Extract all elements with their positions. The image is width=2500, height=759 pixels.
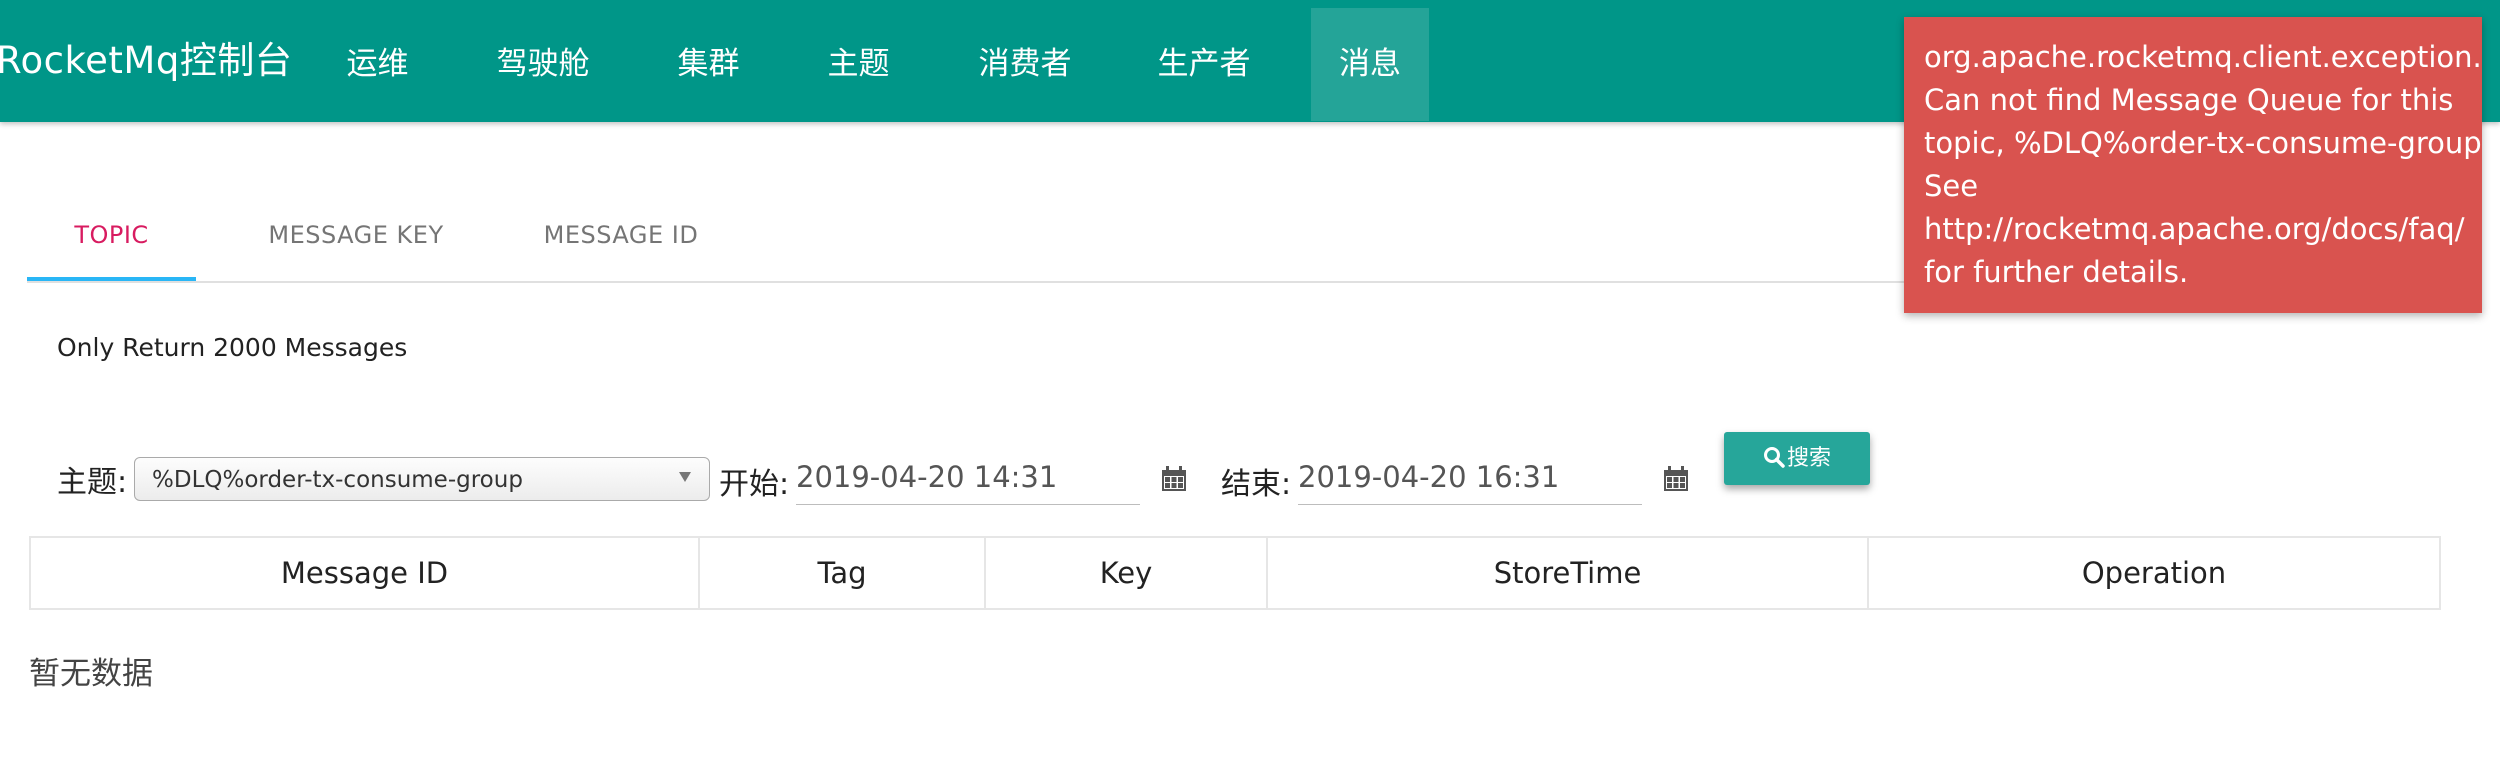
nav-item-consumer[interactable]: 消费者 <box>966 8 1084 121</box>
nav-item-dashboard[interactable]: 驾驶舱 <box>484 8 602 121</box>
topic-select[interactable]: %DLQ%order-tx-consume-group <box>134 457 710 501</box>
nav-item-ops[interactable]: 运维 <box>330 8 425 121</box>
nav-item-cluster[interactable]: 集群 <box>661 8 756 121</box>
error-toast[interactable]: org.apache.rocketmq.client.exception.MQC… <box>1904 17 2482 313</box>
calendar-icon[interactable] <box>1161 466 1187 492</box>
chevron-down-icon <box>679 472 691 482</box>
toast-line: Can not find Message Queue for this <box>1924 83 2454 117</box>
topic-label: 主题: <box>57 465 128 500</box>
app-brand[interactable]: RocketMq控制台 <box>0 30 292 84</box>
calendar-icon[interactable] <box>1663 466 1689 492</box>
nav-item-message[interactable]: 消息 <box>1311 8 1429 121</box>
column-header-operation: Operation <box>2081 556 2227 590</box>
search-button-label: 搜索 <box>1786 446 1831 471</box>
toast-line: See <box>1924 169 1979 203</box>
column-header-message-id: Message ID <box>31 538 700 608</box>
column-header-store-time: StoreTime <box>1268 538 1869 608</box>
search-icon <box>1763 447 1785 468</box>
end-time-input[interactable] <box>1298 455 1642 505</box>
toast-line: topic, %DLQ%order-tx-consume-group <box>1924 126 2482 160</box>
result-limit-notice: Only Return 2000 Messages <box>57 333 408 362</box>
message-table: Message ID Tag Key StoreTime Operation <box>29 536 2441 610</box>
start-time-input[interactable] <box>796 455 1140 505</box>
column-header-tag: Tag <box>700 538 986 608</box>
tab-topic[interactable]: TOPIC <box>27 195 196 281</box>
tab-message-key[interactable]: MESSAGE KEY <box>233 195 479 281</box>
nav-item-producer[interactable]: 生产者 <box>1145 8 1263 121</box>
empty-state-text: 暂无数据 <box>29 656 153 692</box>
topic-select-value: %DLQ%order-tx-consume-group <box>152 467 523 493</box>
start-time-label: 开始: <box>719 467 790 502</box>
toast-line: http://rocketmq.apache.org/docs/faq/ <box>1924 212 2465 246</box>
end-time-label: 结束: <box>1221 467 1292 502</box>
nav-item-topic[interactable]: 主题 <box>811 8 906 121</box>
tab-message-id[interactable]: MESSAGE ID <box>505 195 737 281</box>
search-button[interactable]: 搜索 <box>1724 432 1870 485</box>
column-header-key: Key <box>986 538 1268 608</box>
toast-line: for further details. <box>1924 255 2189 289</box>
toast-line: org.apache.rocketmq.client.exception.MQC… <box>1924 40 2482 74</box>
